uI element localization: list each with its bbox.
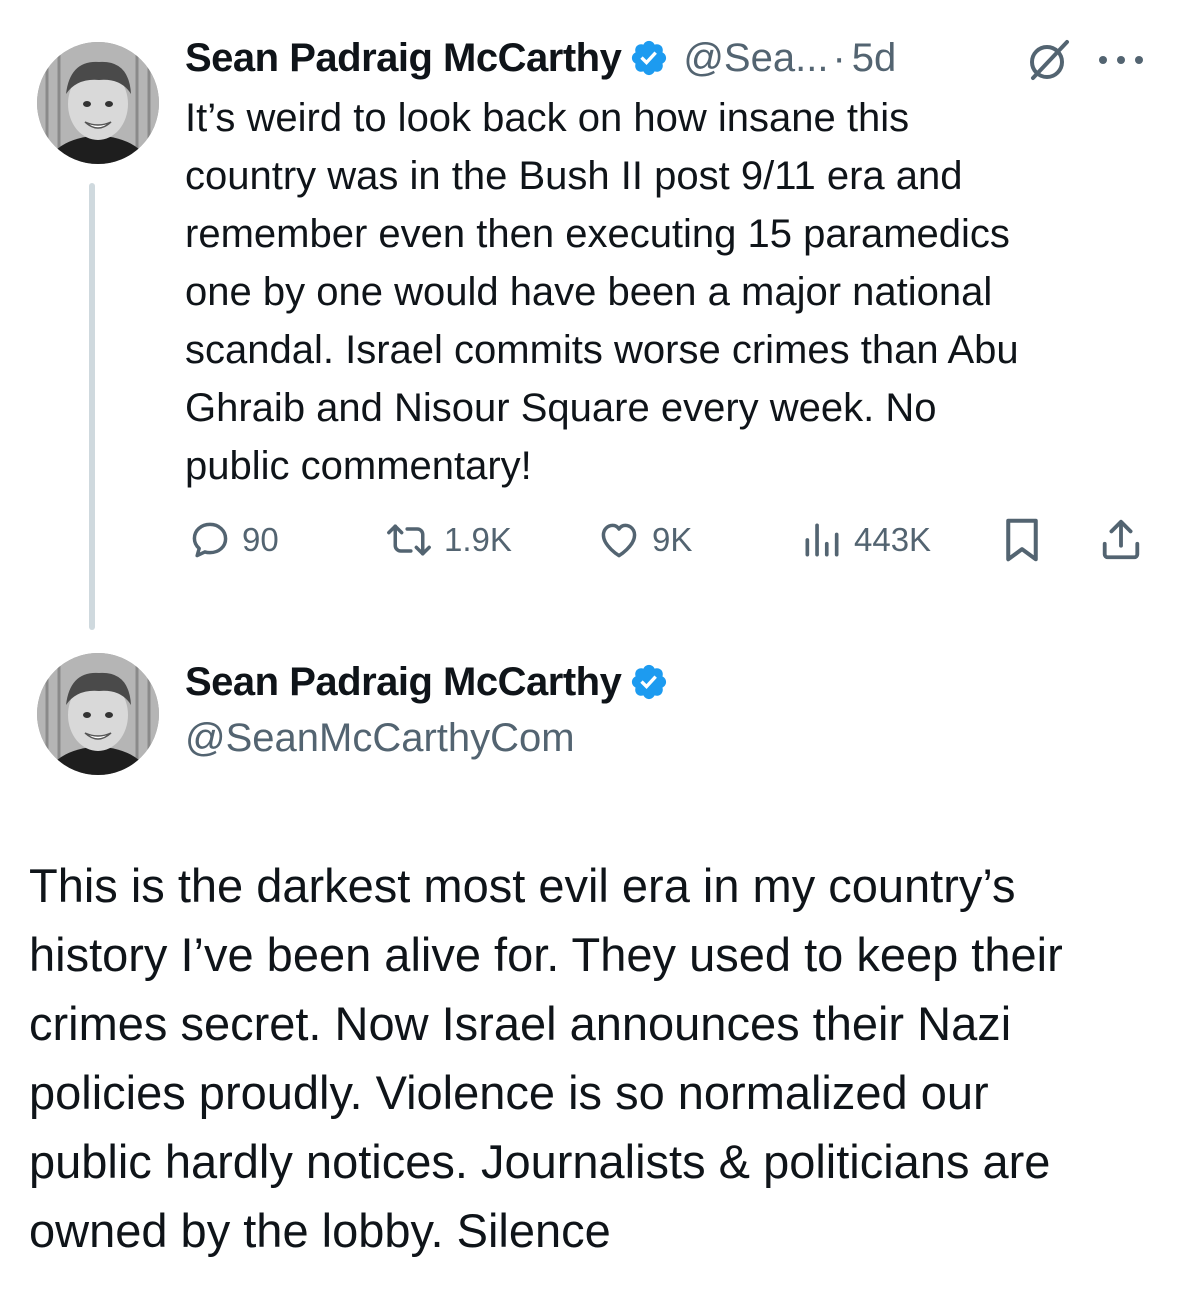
tweet-text-line: one by one would have been a major natio…	[185, 270, 993, 314]
author-name[interactable]: Sean Padraig McCarthy	[185, 36, 622, 81]
heart-icon	[601, 523, 637, 558]
avatar[interactable]	[37, 653, 159, 775]
share-icon	[1102, 519, 1140, 560]
tweet2-header: Sean Padraig McCarthy	[185, 656, 669, 708]
like-count: 9K	[652, 521, 693, 558]
like-button[interactable]: 9K	[596, 515, 692, 565]
tweet-text-line: public hardly notices. Journalists & pol…	[29, 1135, 1051, 1188]
bookmark-icon	[1006, 518, 1038, 562]
tweet-text-line: It’s weird to look back on how insane th…	[185, 96, 910, 140]
tweet-text-line: public commentary!	[185, 444, 532, 488]
repost-count: 1.9K	[444, 521, 512, 558]
tweet1-text: It’s weird to look back on how insane th…	[185, 89, 1165, 495]
verified-badge-icon	[629, 38, 669, 78]
author-handle[interactable]: @SeanMcCarthyCom	[185, 712, 575, 764]
repost-icon	[387, 524, 431, 556]
reply-count: 90	[242, 521, 279, 558]
share-button[interactable]	[1098, 515, 1154, 565]
tweet-text-line: country was in the Bush II post 9/11 era…	[185, 154, 963, 198]
bookmark-button[interactable]	[1000, 515, 1054, 565]
tweet2-text: This is the darkest most evil era in my …	[29, 851, 1169, 1265]
author-handle[interactable]: @Sea...	[683, 36, 828, 81]
thread-line	[89, 183, 95, 630]
tweet-text-line: owned by the lobby. Silence	[29, 1204, 611, 1257]
timestamp[interactable]: 5d	[852, 36, 897, 81]
reply-icon	[192, 522, 228, 558]
tweet-text-line: history I’ve been alive for. They used t…	[29, 928, 1063, 981]
tweet-text-line: policies proudly. Violence is so normali…	[29, 1066, 989, 1119]
views-button[interactable]: 443K	[800, 515, 931, 565]
tweet-text-line: Ghraib and Nisour Square every week. No	[185, 386, 937, 430]
tweet-text-line: remember even then executing 15 paramedi…	[185, 212, 1010, 256]
repost-button[interactable]: 1.9K	[384, 515, 512, 565]
avatar[interactable]	[37, 42, 159, 164]
more-icon[interactable]	[1095, 52, 1151, 68]
tweet-text-line: This is the darkest most evil era in my …	[29, 859, 1016, 912]
tweet-text-line: scandal. Israel commits worse crimes tha…	[185, 328, 1019, 372]
grok-icon[interactable]	[1025, 36, 1073, 84]
author-name[interactable]: Sean Padraig McCarthy	[185, 660, 622, 705]
separator: ·	[832, 35, 846, 80]
reply-button[interactable]: 90	[188, 515, 279, 565]
verified-badge-icon	[629, 662, 669, 702]
tweet1-header: Sean Padraig McCarthy @Sea... · 5d	[185, 32, 896, 84]
views-count: 443K	[854, 521, 932, 558]
tweet-text-line: crimes secret. Now Israel announces thei…	[29, 997, 1012, 1050]
views-icon	[805, 523, 839, 557]
